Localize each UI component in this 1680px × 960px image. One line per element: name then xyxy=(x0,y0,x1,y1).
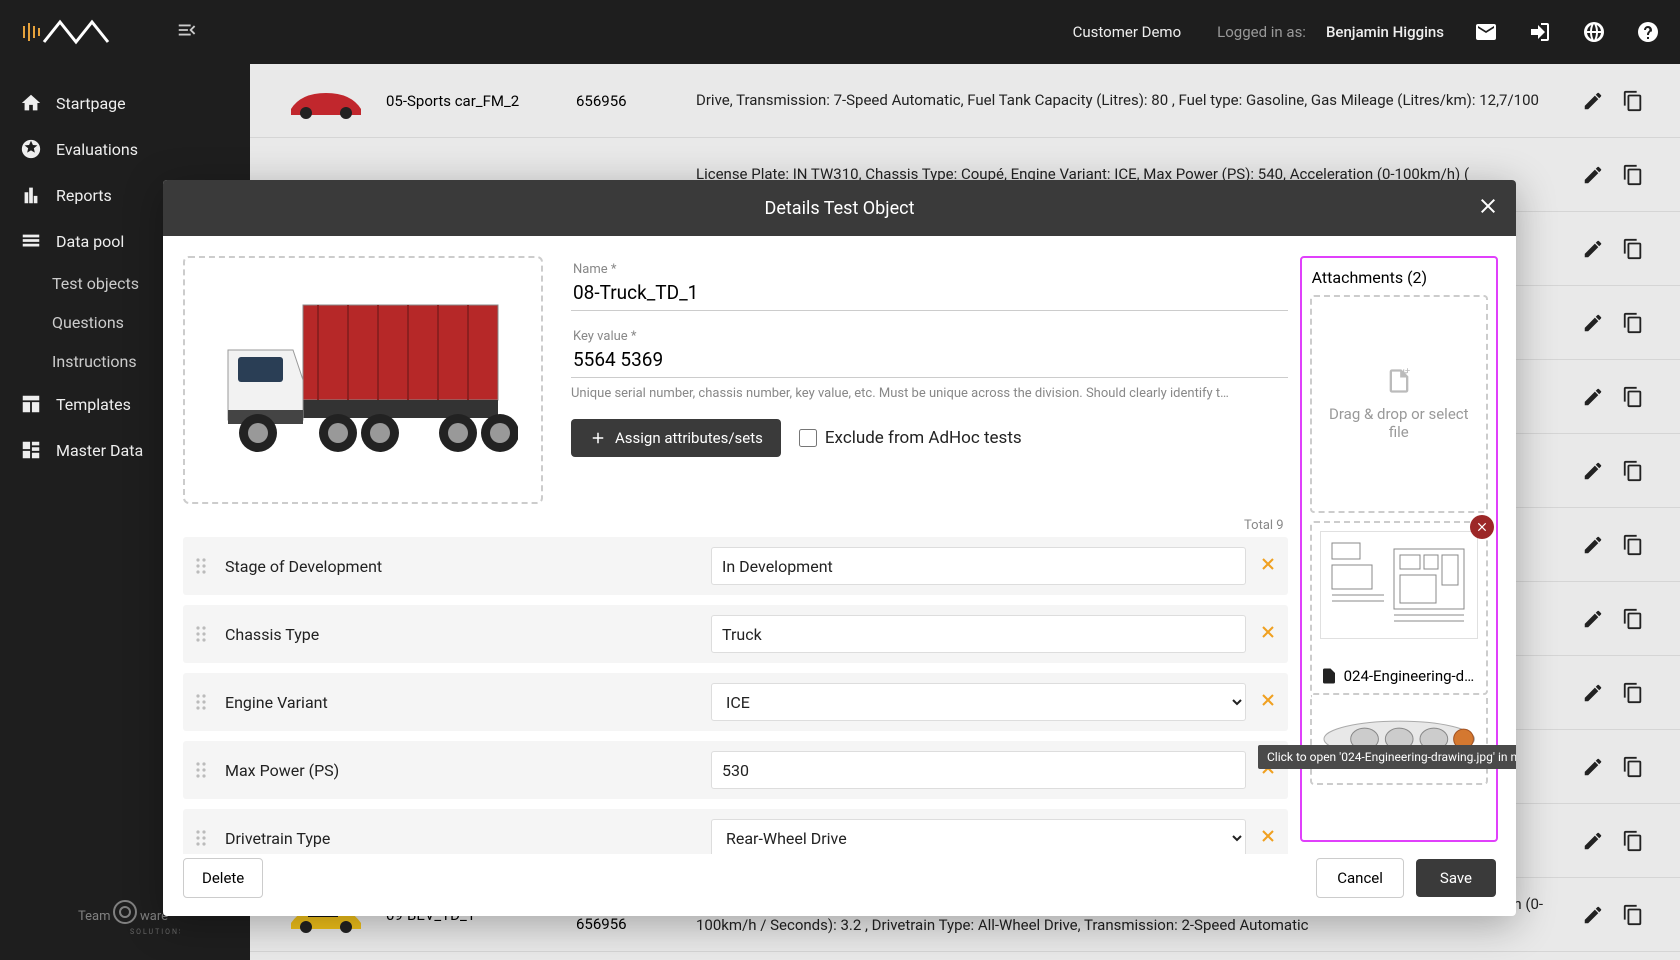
drag-handle-icon[interactable] xyxy=(193,829,209,847)
attribute-select[interactable]: ICE xyxy=(711,683,1246,721)
attribute-input[interactable] xyxy=(711,615,1246,653)
attribute-label: Stage of Development xyxy=(221,557,699,576)
attachment-filename: 024-Engineering-d… xyxy=(1320,667,1478,685)
attributes-total: Total 9 xyxy=(183,518,1284,533)
attachment-delete-button[interactable] xyxy=(1470,515,1494,539)
attachments-dropzone[interactable]: + Drag & drop or select file xyxy=(1310,295,1488,513)
drag-handle-icon[interactable] xyxy=(193,761,209,779)
attribute-input[interactable] xyxy=(711,751,1246,789)
attribute-label: Max Power (PS) xyxy=(221,761,699,780)
modal-backdrop: Details Test Object xyxy=(0,64,1680,960)
logout-icon[interactable] xyxy=(1528,20,1552,44)
file-add-icon: + xyxy=(1385,367,1413,395)
attribute-remove-button[interactable] xyxy=(1258,690,1278,714)
save-button[interactable]: Save xyxy=(1416,859,1496,897)
attribute-input[interactable] xyxy=(711,547,1246,585)
delete-button[interactable]: Delete xyxy=(183,858,263,898)
attribute-row: Max Power (PS) xyxy=(183,741,1288,799)
globe-icon[interactable] xyxy=(1582,20,1606,44)
modal-footer: Delete Cancel Save xyxy=(163,854,1516,916)
close-button[interactable] xyxy=(1476,194,1500,223)
modal-header: Details Test Object xyxy=(163,180,1516,236)
name-field[interactable]: Name * xyxy=(571,256,1288,311)
attribute-label: Drivetrain Type xyxy=(221,829,699,848)
details-modal: Details Test Object xyxy=(163,180,1516,916)
key-value-field-label: Key value * xyxy=(573,329,1286,344)
attribute-label: Engine Variant xyxy=(221,693,699,712)
key-value-input[interactable] xyxy=(573,348,1286,371)
key-value-field[interactable]: Key value * xyxy=(571,323,1288,378)
attribute-label: Chassis Type xyxy=(221,625,699,644)
drag-handle-icon[interactable] xyxy=(193,625,209,643)
help-icon[interactable] xyxy=(1636,20,1660,44)
app-logo xyxy=(20,14,110,50)
topbar: Customer Demo Logged in as: Benjamin Hig… xyxy=(0,0,1680,64)
attribute-remove-button[interactable] xyxy=(1258,622,1278,646)
drag-handle-icon[interactable] xyxy=(193,693,209,711)
key-value-hint: Unique serial number, chassis number, ke… xyxy=(571,386,1288,401)
name-input[interactable] xyxy=(573,281,1286,304)
attachment-preview xyxy=(1320,531,1478,639)
exclude-adhoc-checkbox[interactable]: Exclude from AdHoc tests xyxy=(799,428,1022,448)
attachments-title: Attachments (2) xyxy=(1306,264,1492,295)
attachment-card[interactable] xyxy=(1310,695,1488,785)
assign-attributes-button[interactable]: Assign attributes/sets xyxy=(571,419,781,457)
attribute-select[interactable]: Rear-Wheel Drive xyxy=(711,819,1246,854)
attribute-row: Chassis Type xyxy=(183,605,1288,663)
attribute-row: Stage of Development xyxy=(183,537,1288,595)
name-field-label: Name * xyxy=(573,262,1286,277)
attribute-remove-button[interactable] xyxy=(1258,554,1278,578)
attribute-row: Drivetrain Type Rear-Wheel Drive xyxy=(183,809,1288,854)
attachment-card[interactable]: 024-Engineering-d… xyxy=(1310,521,1488,695)
attribute-row: Engine Variant ICE xyxy=(183,673,1288,731)
truck-image xyxy=(208,295,518,465)
file-icon xyxy=(1320,667,1338,685)
modal-title: Details Test Object xyxy=(765,198,915,219)
sidebar-toggle-icon[interactable] xyxy=(176,19,198,45)
cancel-button[interactable]: Cancel xyxy=(1316,858,1404,898)
mail-icon[interactable] xyxy=(1474,20,1498,44)
attachment-tooltip: Click to open '024-Engineering-drawing.j… xyxy=(1258,745,1516,769)
object-image-dropzone[interactable] xyxy=(183,256,543,504)
customer-label: Customer Demo xyxy=(1073,23,1182,41)
user-name: Benjamin Higgins xyxy=(1326,23,1444,41)
logged-in-as-label: Logged in as: xyxy=(1217,23,1306,41)
drag-handle-icon[interactable] xyxy=(193,557,209,575)
attribute-remove-button[interactable] xyxy=(1258,826,1278,850)
svg-text:+: + xyxy=(1405,367,1410,377)
